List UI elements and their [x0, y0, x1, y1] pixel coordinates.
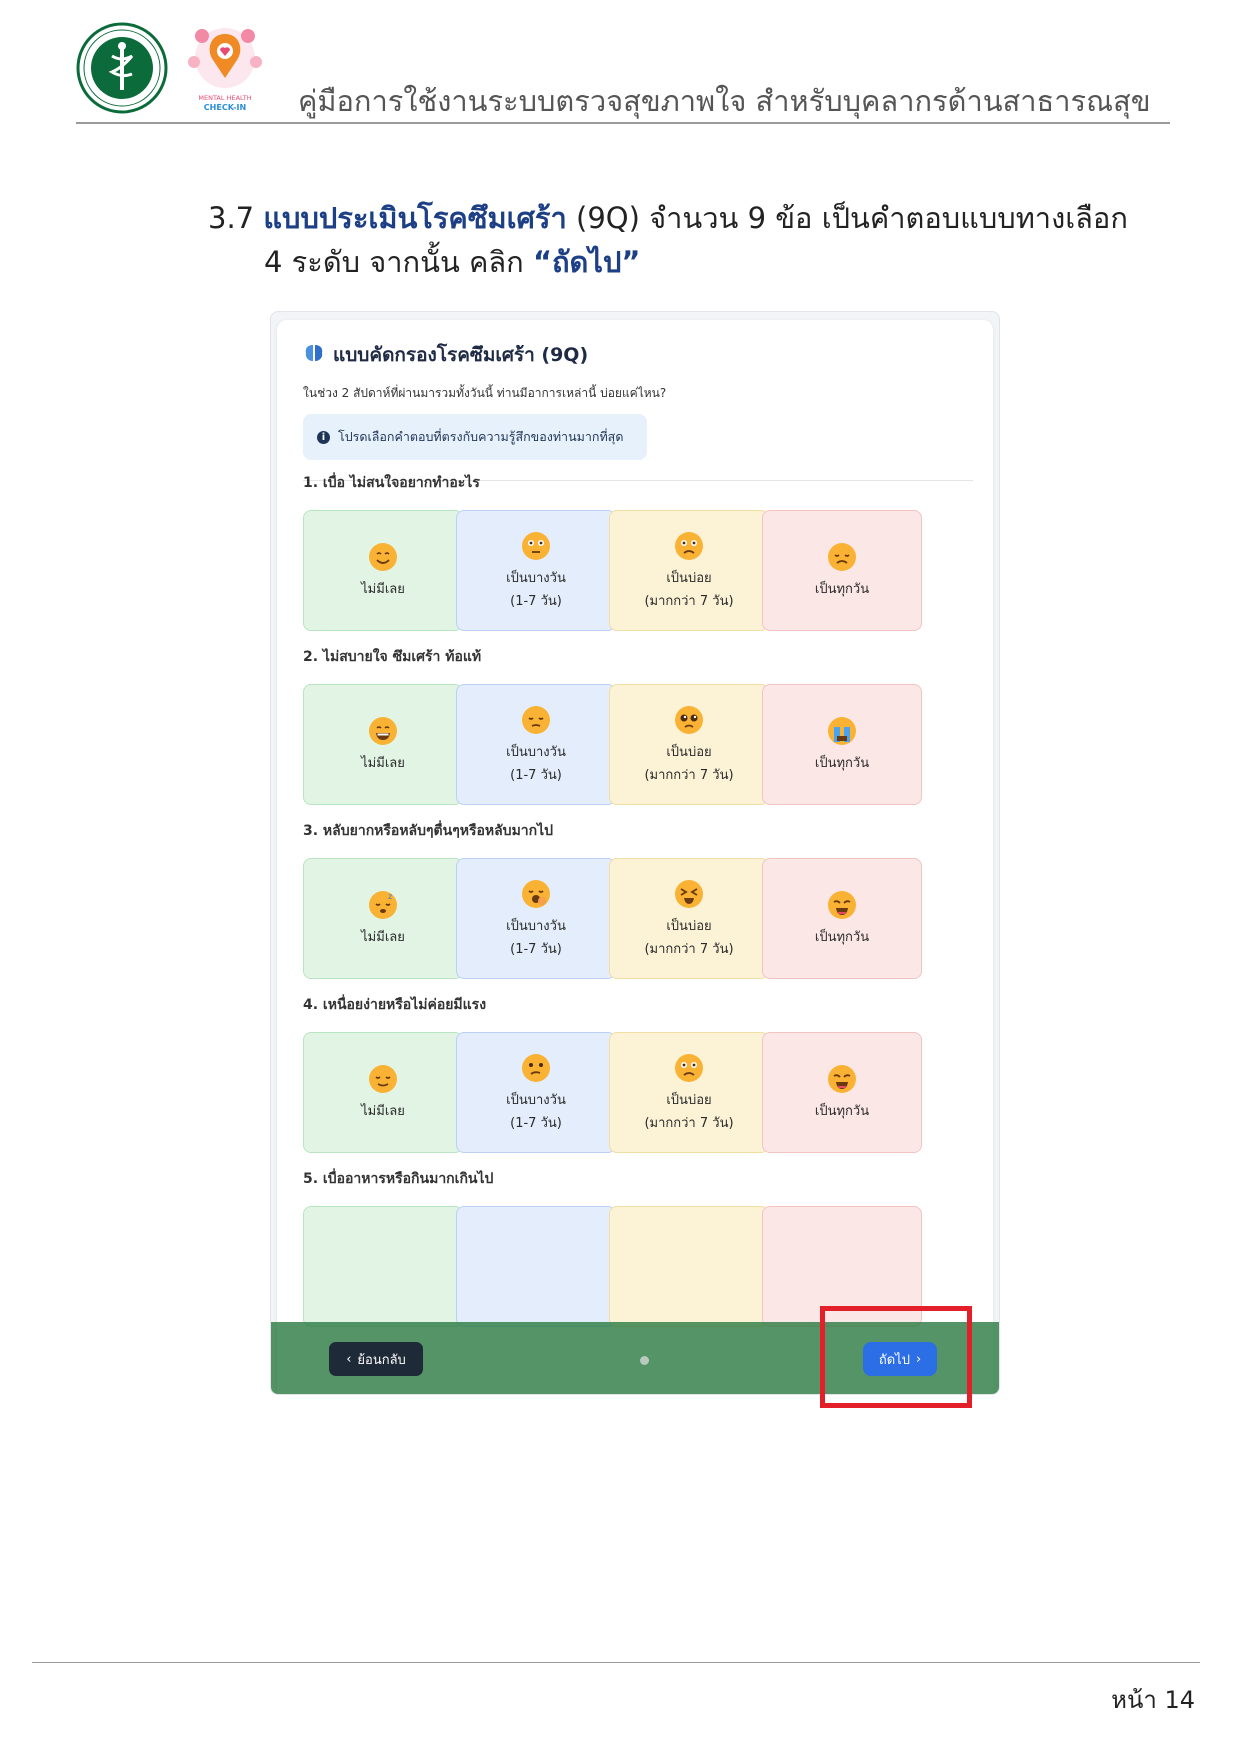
next-button-highlight-box [820, 1306, 972, 1408]
sleeping-face-icon: z [369, 891, 397, 919]
option-label: เป็นบางวัน [506, 744, 566, 760]
tired-face-icon [675, 879, 703, 908]
question-label: 4. เหนื่อยง่ายหรือไม่ค่อยมีแรง [303, 997, 487, 1013]
q1-option-some-days[interactable]: เป็นบางวัน (1-7 วัน) [456, 510, 616, 631]
option-sublabel: (มากกว่า 7 วัน) [644, 1115, 734, 1131]
q3-option-never[interactable]: z ไม่มีเลย [303, 858, 463, 979]
svg-text:z: z [388, 892, 392, 901]
frowning-face-icon [675, 1053, 703, 1082]
q2-option-often[interactable]: เป็นบ่อย (มากกว่า 7 วัน) [609, 684, 769, 805]
weary-face-icon [828, 1065, 856, 1093]
q2-option-never[interactable]: ไม่มีเลย [303, 684, 463, 805]
pleading-face-icon [675, 705, 703, 734]
option-label: เป็นบ่อย [666, 744, 712, 760]
option-label: ไม่มีเลย [361, 582, 405, 597]
mental-health-checkin-logo: MENTAL HEALTH CHECK-IN [180, 20, 270, 116]
q5-option-often[interactable] [609, 1206, 769, 1327]
crying-face-icon [828, 717, 856, 745]
q4-option-some-days[interactable]: เป็นบางวัน (1-7 วัน) [456, 1032, 616, 1153]
sad-face-icon [828, 543, 856, 571]
option-label: เป็นทุกวัน [814, 582, 870, 597]
option-label: ไม่มีเลย [361, 1104, 405, 1119]
form-subtitle: ในช่วง 2 สัปดาห์ที่ผ่านมารวมทั้งวันนี้ ท… [303, 386, 667, 400]
brain-icon [303, 343, 325, 368]
info-note: i โปรดเลือกคำตอบที่ตรงกับความรู้สึกของท่… [303, 414, 647, 460]
chevron-left-icon: ‹ [346, 1351, 352, 1367]
q3-option-often[interactable]: เป็นบ่อย (มากกว่า 7 วัน) [609, 858, 769, 979]
option-label: เป็นบ่อย [666, 570, 712, 586]
document-header-title: คู่มือการใช้งานระบบตรวจสุขภาพใจ สำหรับบุ… [298, 84, 1151, 118]
option-label: เป็นทุกวัน [814, 1104, 870, 1119]
svg-text:MENTAL HEALTH: MENTAL HEALTH [198, 94, 251, 102]
form-screenshot: แบบคัดกรองโรคซึมเศร้า (9Q) ในช่วง 2 สัปด… [270, 311, 1000, 1395]
option-sublabel: (1-7 วัน) [510, 593, 562, 609]
q4-option-often[interactable]: เป็นบ่อย (มากกว่า 7 วัน) [609, 1032, 769, 1153]
form-title: แบบคัดกรองโรคซึมเศร้า (9Q) [303, 340, 588, 370]
option-sublabel: (1-7 วัน) [510, 767, 562, 783]
q1-option-every-day[interactable]: เป็นทุกวัน [762, 510, 922, 631]
relieved-face-icon [369, 1065, 397, 1093]
q4-option-every-day[interactable]: เป็นทุกวัน [762, 1032, 922, 1153]
option-sublabel: (มากกว่า 7 วัน) [644, 767, 734, 783]
option-sublabel: (มากกว่า 7 วัน) [644, 941, 734, 957]
pensive-face-icon [522, 705, 550, 734]
info-note-text: โปรดเลือกคำตอบที่ตรงกับความรู้สึกของท่าน… [338, 429, 624, 444]
form-title-text: แบบคัดกรองโรคซึมเศร้า (9Q) [333, 344, 589, 366]
option-label: เป็นบางวัน [506, 1092, 566, 1108]
confused-face-icon [522, 1053, 550, 1082]
instruction-next-highlight: “ถัดไป” [532, 245, 641, 279]
back-button-label: ย้อนกลับ [357, 1352, 406, 1368]
option-label: เป็นบ่อย [666, 1092, 712, 1108]
q2-option-some-days[interactable]: เป็นบางวัน (1-7 วัน) [456, 684, 616, 805]
option-label: ไม่มีเลย [361, 930, 405, 945]
worried-face-icon [675, 531, 703, 560]
option-sublabel: (1-7 วัน) [510, 941, 562, 957]
info-icon: i [317, 430, 330, 444]
page-number: หน้า 14 [1111, 1686, 1195, 1714]
option-sublabel: (1-7 วัน) [510, 1115, 562, 1131]
weary-face-icon [828, 891, 856, 919]
q3-option-every-day[interactable]: เป็นทุกวัน [762, 858, 922, 979]
progress-dot [640, 1356, 649, 1365]
flushed-face-icon [522, 531, 550, 560]
option-label: ไม่มีเลย [361, 756, 405, 771]
q5-option-some-days[interactable] [456, 1206, 616, 1327]
yawning-face-icon [522, 879, 550, 908]
instruction-highlight: แบบประเมินโรคซึมเศร้า [263, 201, 567, 235]
question-label: 1. เบื่อ ไม่สนใจอยากทำอะไร [303, 475, 480, 491]
instruction-paragraph: 3.7 แบบประเมินโรคซึมเศร้า (9Q) จำนวน 9 ข… [208, 196, 1168, 284]
option-sublabel: (มากกว่า 7 วัน) [644, 593, 734, 609]
section-number: 3.7 [208, 201, 255, 235]
q3-option-some-days[interactable]: เป็นบางวัน (1-7 วัน) [456, 858, 616, 979]
q2-option-every-day[interactable]: เป็นทุกวัน [762, 684, 922, 805]
question-label: 3. หลับยากหรือหลับๆตื่นๆหรือหลับมากไป [303, 823, 554, 839]
option-label: เป็นทุกวัน [814, 756, 870, 771]
instruction-line2: 4 ระดับ จากนั้น คลิก [264, 245, 533, 279]
grinning-face-icon [369, 717, 397, 745]
option-label: เป็นบ่อย [666, 918, 712, 934]
option-label: เป็นทุกวัน [814, 930, 870, 945]
question-label: 2. ไม่สบายใจ ซึมเศร้า ท้อแท้ [303, 649, 482, 665]
moph-logo [76, 22, 168, 114]
option-label: เป็นบางวัน [506, 918, 566, 934]
footer-divider [32, 1662, 1200, 1663]
q1-option-never[interactable]: ไม่มีเลย [303, 510, 463, 631]
header-divider [76, 122, 1170, 124]
back-button[interactable]: ‹ ย้อนกลับ [329, 1342, 423, 1376]
instruction-text: (9Q) จำนวน 9 ข้อ เป็นคำตอบแบบทางเลือก [566, 201, 1128, 235]
option-label: เป็นบางวัน [506, 570, 566, 586]
q4-option-never[interactable]: ไม่มีเลย [303, 1032, 463, 1153]
form-card: แบบคัดกรองโรคซึมเศร้า (9Q) ในช่วง 2 สัปด… [277, 320, 993, 1394]
q5-option-never[interactable] [303, 1206, 463, 1327]
smiling-face-icon [369, 543, 397, 571]
q1-option-often[interactable]: เป็นบ่อย (มากกว่า 7 วัน) [609, 510, 769, 631]
svg-text:CHECK-IN: CHECK-IN [204, 103, 246, 112]
question-label: 5. เบื่ออาหารหรือกินมากเกินไป [303, 1171, 494, 1187]
